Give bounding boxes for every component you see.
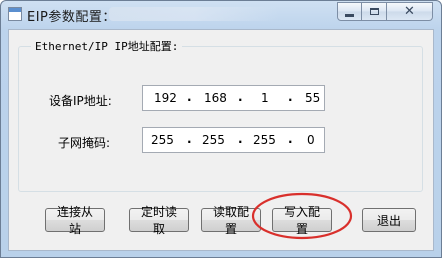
octet-separator: . (288, 90, 293, 104)
window-title: EIP参数配置： (27, 10, 116, 25)
subnet-mask-input[interactable]: 255 . 255 . 255 . 0 (142, 127, 325, 153)
mask-octet-4[interactable]: 0 (307, 133, 315, 147)
octet-separator: . (238, 132, 243, 146)
octet-separator: . (187, 90, 192, 104)
close-button[interactable]: ✕ (387, 2, 433, 21)
octet-separator: . (288, 132, 293, 146)
subnet-mask-label: 子网掩码: (58, 136, 111, 150)
mask-octet-1[interactable]: 255 (151, 133, 174, 147)
blurred-title-region (109, 7, 279, 21)
maximize-button[interactable] (362, 2, 387, 21)
mask-octet-2[interactable]: 255 (202, 133, 225, 147)
connect-slave-button[interactable]: 连接从站 (45, 205, 105, 236)
octet-separator: . (238, 90, 243, 104)
ip-octet-3[interactable]: 1 (261, 91, 269, 105)
read-config-button[interactable]: 读取配置 (201, 205, 261, 236)
ip-octet-1[interactable]: 192 (154, 91, 177, 105)
device-ip-label: 设备IP地址: (49, 94, 112, 108)
mask-octet-3[interactable]: 255 (253, 133, 276, 147)
minimize-icon (345, 13, 354, 17)
minimize-button[interactable] (337, 2, 362, 21)
timed-read-button[interactable]: 定时读取 (129, 205, 189, 236)
ip-octet-2[interactable]: 168 (204, 91, 227, 105)
client-area: Ethernet/IP IP地址配置: 设备IP地址: 192 . 168 . … (8, 29, 434, 251)
write-config-button[interactable]: 写入配置 (272, 205, 332, 236)
device-ip-input[interactable]: 192 . 168 . 1 . 55 (142, 85, 325, 111)
ip-config-groupbox (18, 46, 423, 192)
groupbox-title: Ethernet/IP IP地址配置: (31, 38, 183, 54)
close-icon: ✕ (404, 4, 415, 19)
exit-button[interactable]: 退出 (362, 208, 416, 232)
eip-config-window: EIP参数配置： ✕ Ethernet/IP IP地址配置: 设备IP地址: 1… (0, 0, 442, 258)
octet-separator: . (187, 132, 192, 146)
app-window-icon (8, 7, 22, 21)
maximize-icon (369, 8, 379, 15)
ip-octet-4[interactable]: 55 (305, 91, 320, 105)
title-bar[interactable]: EIP参数配置： ✕ (1, 1, 441, 29)
